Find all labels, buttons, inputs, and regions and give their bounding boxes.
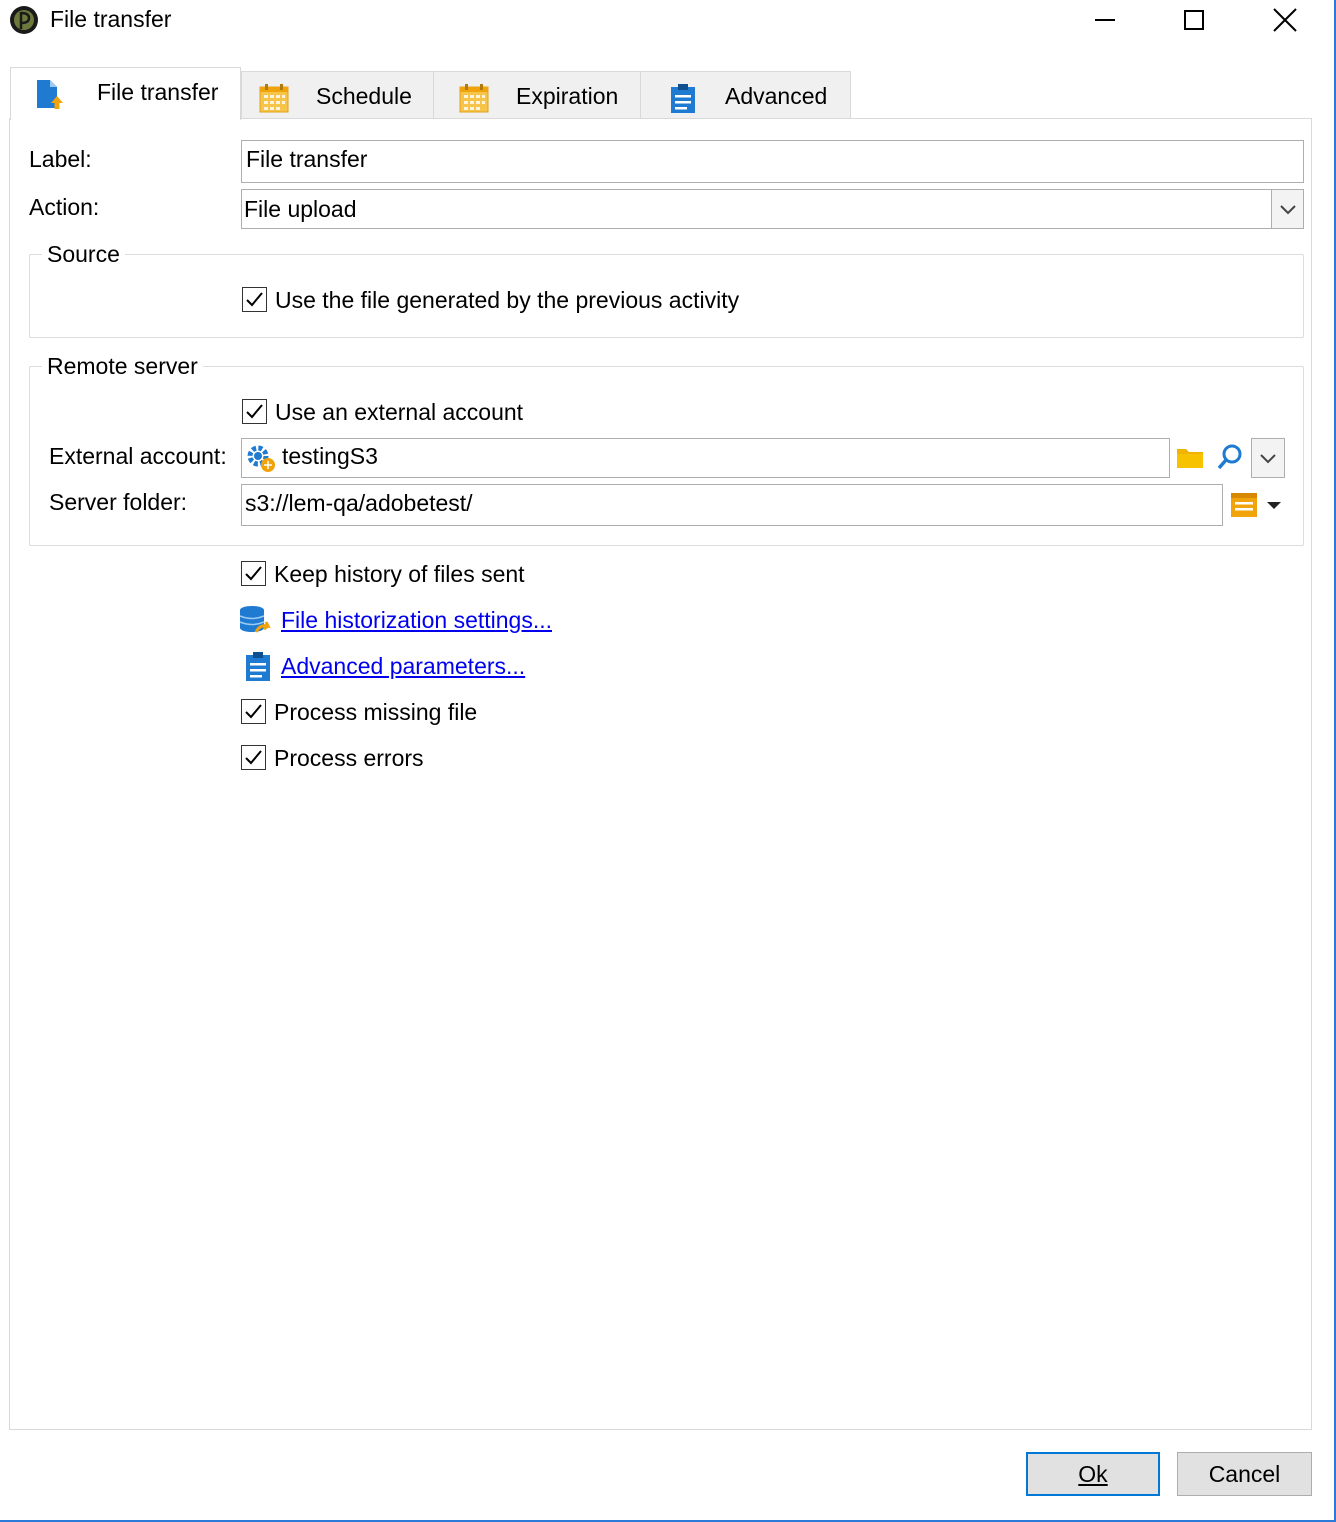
close-icon xyxy=(1273,8,1297,32)
calendar-icon xyxy=(458,82,490,114)
external-account-dropdown-button[interactable] xyxy=(1251,438,1285,478)
database-settings-icon xyxy=(238,604,272,638)
advanced-parameters-link[interactable]: Advanced parameters... xyxy=(281,653,525,680)
tab-advanced[interactable]: Advanced xyxy=(640,71,851,119)
folder-icon[interactable] xyxy=(1175,442,1205,472)
search-icon[interactable] xyxy=(1215,442,1245,472)
checkmark-icon xyxy=(246,292,263,307)
tab-panel-file-transfer: Label: File transfer Action: File upload… xyxy=(9,118,1312,1430)
remote-server-group: Remote server Use an external account Ex… xyxy=(29,353,1304,546)
label-input[interactable]: File transfer xyxy=(241,140,1304,183)
external-account-icon xyxy=(245,442,277,474)
server-folder-input[interactable]: s3://lem-qa/adobetest/ xyxy=(241,484,1223,526)
external-account-input[interactable]: testingS3 xyxy=(241,438,1170,478)
clipboard-icon xyxy=(243,650,273,682)
tab-label: Advanced xyxy=(725,83,828,109)
minimize-icon xyxy=(1095,19,1115,21)
use-external-account-checkbox[interactable] xyxy=(242,399,267,424)
process-errors-checkbox[interactable] xyxy=(241,745,266,770)
ok-button[interactable]: Ok xyxy=(1026,1452,1160,1496)
server-folder-caption: Server folder: xyxy=(49,489,188,515)
process-errors-label[interactable]: Process errors xyxy=(274,745,424,772)
file-upload-icon xyxy=(33,78,65,110)
source-group-title: Source xyxy=(42,241,125,268)
close-button[interactable] xyxy=(1240,0,1330,40)
file-historization-settings-link[interactable]: File historization settings... xyxy=(281,607,552,634)
tab-label: File transfer xyxy=(97,79,219,105)
process-missing-file-checkbox[interactable] xyxy=(241,699,266,724)
clipboard-icon xyxy=(667,82,699,114)
keep-history-checkbox[interactable] xyxy=(241,561,266,586)
tab-file-transfer[interactable]: File transfer xyxy=(10,67,241,120)
source-group: Source Use the file generated by the pre… xyxy=(29,241,1304,338)
remote-server-group-title: Remote server xyxy=(42,353,203,380)
action-select[interactable]: File upload xyxy=(241,189,1304,229)
keep-history-label[interactable]: Keep history of files sent xyxy=(274,561,525,588)
checkmark-icon xyxy=(245,704,262,719)
tab-expiration[interactable]: Expiration xyxy=(433,71,641,119)
chevron-down-icon xyxy=(1280,205,1296,215)
app-logo-icon xyxy=(9,5,39,35)
expression-editor-icon[interactable] xyxy=(1229,490,1259,520)
dropdown-button[interactable] xyxy=(1271,190,1303,228)
tab-label: Schedule xyxy=(316,83,412,109)
maximize-icon xyxy=(1184,10,1204,30)
checkmark-icon xyxy=(245,566,262,581)
minimize-button[interactable] xyxy=(1060,0,1150,40)
checkmark-icon xyxy=(246,404,263,419)
checkmark-icon xyxy=(245,750,262,765)
process-missing-file-label[interactable]: Process missing file xyxy=(274,699,477,726)
action-caption: Action: xyxy=(29,194,100,220)
maximize-button[interactable] xyxy=(1149,0,1239,40)
title-bar[interactable]: File transfer xyxy=(0,0,1334,44)
use-previous-file-checkbox[interactable] xyxy=(242,287,267,312)
tab-label: Expiration xyxy=(516,83,619,109)
external-account-caption: External account: xyxy=(49,443,227,469)
calendar-icon xyxy=(258,82,290,114)
use-previous-file-label[interactable]: Use the file generated by the previous a… xyxy=(275,287,739,314)
file-transfer-dialog: File transfer File transfer Schedule Exp… xyxy=(0,0,1336,1522)
cancel-button[interactable]: Cancel xyxy=(1177,1452,1312,1496)
chevron-down-icon xyxy=(1260,454,1276,464)
caret-down-icon[interactable] xyxy=(1265,495,1283,515)
tab-schedule[interactable]: Schedule xyxy=(241,71,434,119)
window-title: File transfer xyxy=(50,6,172,32)
use-external-account-label[interactable]: Use an external account xyxy=(275,399,523,426)
label-caption: Label: xyxy=(29,146,92,172)
